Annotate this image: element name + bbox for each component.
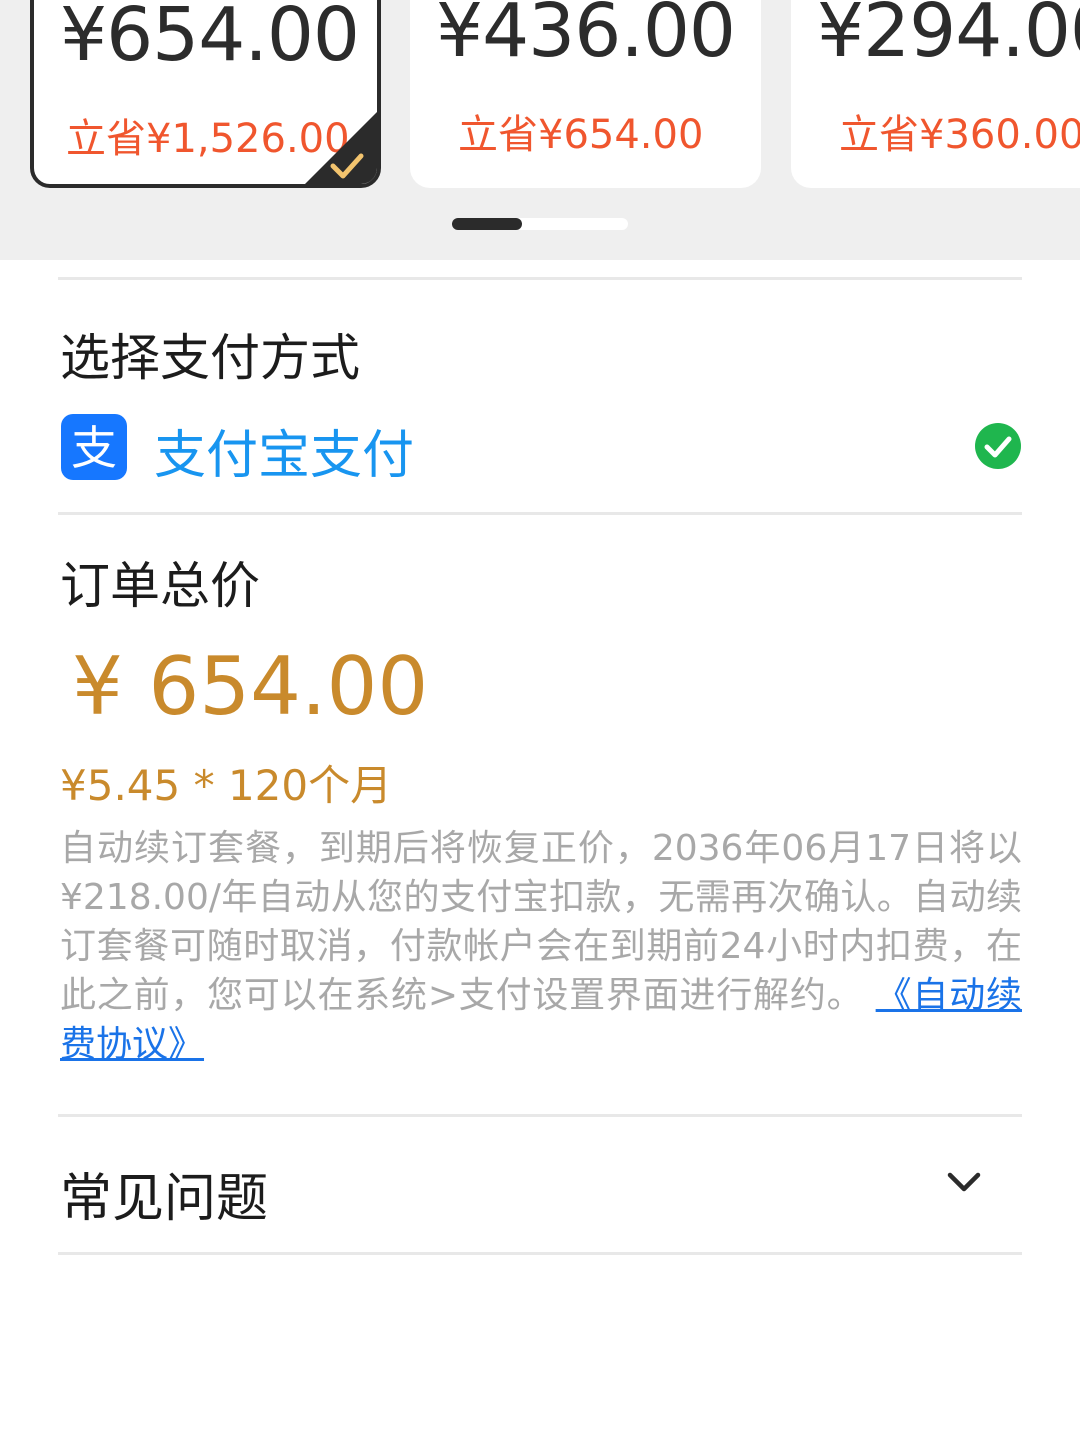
payment-section-title: 选择支付方式 [60, 329, 360, 387]
plan-savings: 立省¥654.00 [458, 112, 704, 158]
page-indicator-active [452, 218, 522, 230]
payment-method-alipay[interactable]: 支 支付宝支付 [58, 408, 1022, 488]
alipay-icon: 支 [61, 414, 127, 480]
svg-text:支: 支 [71, 421, 117, 475]
divider [58, 277, 1022, 280]
plan-price: ¥654.00 [60, 0, 360, 78]
divider [58, 1252, 1022, 1255]
chevron-down-icon[interactable] [944, 1162, 984, 1202]
plan-price: ¥436.00 [436, 0, 736, 74]
plan-savings: 立省¥360.00 [839, 112, 1080, 158]
payment-method-label: 支付宝支付 [154, 426, 415, 486]
carousel-page-indicator [452, 218, 628, 230]
faq-title: 常见问题 [60, 1169, 269, 1229]
plan-card-2[interactable]: ¥436.00 立省¥654.00 [410, 0, 761, 188]
plan-price: ¥294.00 [817, 0, 1080, 74]
unit-price-breakdown: ¥5.45 * 120个月 [60, 761, 393, 810]
order-total-title: 订单总价 [60, 557, 260, 615]
selected-check-icon [305, 112, 377, 184]
plan-card-3[interactable]: ¥294.00 立省¥360.00 [791, 0, 1080, 188]
divider [58, 1114, 1022, 1117]
plan-carousel[interactable]: ¥654.00 立省¥1,526.00 ¥436.00 立省¥654.00 ¥2… [0, 0, 1080, 260]
plan-card-1[interactable]: ¥654.00 立省¥1,526.00 [30, 0, 381, 188]
faq-section[interactable]: 常见问题 [58, 1118, 1022, 1252]
check-circle-icon [975, 423, 1021, 469]
auto-renew-notice: 自动续订套餐，到期后将恢复正价，2036年06月17日将以¥218.00/年自动… [60, 824, 1022, 1069]
divider [58, 512, 1022, 515]
total-price: ¥ 654.00 [72, 640, 429, 733]
